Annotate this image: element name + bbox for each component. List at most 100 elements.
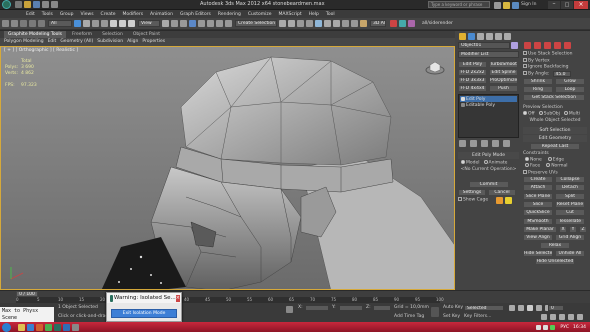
view-align-button[interactable]: View Align — [523, 234, 553, 241]
edge-mode-icon[interactable] — [534, 42, 541, 49]
select-by-name-icon[interactable] — [83, 20, 90, 27]
curve-editor-icon[interactable] — [315, 20, 322, 27]
ribbon-tab[interactable]: Object Paint — [129, 31, 164, 38]
go-to-start-icon[interactable] — [509, 305, 515, 311]
menu-item[interactable]: Animation — [150, 12, 173, 17]
make-planar-button[interactable]: Make Planar — [523, 226, 557, 233]
modifier-button[interactable]: Edit Poly — [458, 61, 487, 68]
commit-button[interactable]: Commit — [468, 180, 509, 188]
modifier-button[interactable]: Edit Spline — [489, 69, 518, 76]
modifier-button[interactable]: FFD 4x4x4 — [458, 85, 487, 92]
model-radio[interactable]: Model — [461, 160, 480, 167]
preview-multi-radio[interactable]: Multi — [563, 111, 580, 118]
menu-item[interactable]: Graph Editors — [180, 12, 211, 17]
ribbon-tab[interactable]: Freeform — [68, 31, 96, 38]
move-icon[interactable] — [110, 20, 117, 27]
plugin-red-icon[interactable] — [390, 20, 397, 27]
get-stack-selection-button[interactable]: Get Stack Selection — [523, 94, 585, 101]
unlink-icon[interactable] — [29, 20, 36, 27]
warning-close-button[interactable]: × — [175, 294, 180, 302]
reference-coordinate-dropdown[interactable]: View — [138, 20, 160, 27]
cut-button[interactable]: Cut — [555, 209, 585, 216]
unhide-all-button[interactable]: Unhide All — [555, 250, 585, 257]
undo-icon[interactable] — [42, 1, 49, 8]
clock[interactable]: 16:34 — [573, 325, 586, 330]
menu-item[interactable]: Tools — [42, 12, 53, 17]
plugin-teal-icon[interactable] — [399, 20, 406, 27]
modify-tab-icon[interactable] — [468, 32, 475, 40]
edit-poly-mode-rollout[interactable]: Edit Poly Mode — [458, 152, 519, 159]
by-angle-field[interactable]: 45.0 — [552, 70, 571, 77]
taskbar-photoshop-icon[interactable] — [63, 323, 70, 331]
hide-selected-button[interactable]: Hide Selected — [523, 250, 553, 257]
menu-item[interactable]: Group — [60, 12, 74, 17]
help-icon[interactable] — [512, 1, 519, 9]
key-mode-icon[interactable] — [431, 307, 439, 317]
soft-selection-rollout[interactable]: Soft Selection — [523, 126, 587, 134]
exit-isolation-mode-button[interactable]: Exit Isolation Mode — [111, 309, 177, 318]
set-key-button[interactable]: Set Key — [443, 314, 460, 320]
stack-item-editable-poly[interactable]: Editable Poly — [460, 102, 517, 108]
shrink-button[interactable]: Shrink — [523, 78, 553, 85]
menu-item[interactable]: Tool — [326, 12, 335, 17]
by-angle-checkbox[interactable]: By Angle: — [523, 70, 550, 78]
align-icon[interactable] — [288, 20, 295, 27]
auto-key-button[interactable]: Auto Key — [443, 305, 463, 311]
show-cage-checkbox[interactable]: Show Cage — [458, 196, 488, 204]
grid-align-button[interactable]: Grid Align — [555, 234, 585, 241]
material-editor-icon[interactable] — [333, 20, 340, 27]
window-crossing-icon[interactable] — [101, 20, 108, 27]
key-filters-button[interactable]: Key Filters... — [464, 314, 491, 320]
ribbon-subtab[interactable]: Align — [127, 38, 138, 46]
select-object-icon[interactable] — [74, 20, 81, 27]
ring-button[interactable]: Ring — [523, 86, 553, 93]
named-selection-dropdown[interactable]: Create Selection Set — [235, 20, 277, 27]
vertex-mode-icon[interactable] — [524, 42, 531, 49]
open-file-icon[interactable] — [24, 1, 31, 8]
tray-network-icon[interactable] — [536, 324, 542, 330]
next-frame-icon[interactable] — [536, 305, 542, 311]
search-input[interactable]: Type a keyword or phrase — [428, 1, 490, 8]
configure-sets-icon[interactable] — [503, 140, 510, 147]
menu-item[interactable]: MAXScript — [279, 12, 302, 17]
taskbar-chrome-icon[interactable] — [45, 323, 52, 331]
language-indicator[interactable]: РУС — [560, 325, 569, 330]
rectangle-selection-icon[interactable] — [92, 20, 99, 27]
maxscript-listener[interactable]: Max to Physx Scene — [0, 307, 54, 322]
maximize-button[interactable]: □ — [561, 1, 573, 9]
previous-frame-icon[interactable] — [518, 305, 524, 311]
quickslice-button[interactable]: QuickSlice — [523, 209, 553, 216]
new-file-icon[interactable] — [15, 1, 22, 8]
ribbon-tab[interactable]: Graphite Modeling Tools — [4, 31, 67, 38]
menu-item[interactable]: Help — [309, 12, 319, 17]
scale-icon[interactable] — [128, 20, 135, 27]
element-mode-icon[interactable] — [564, 42, 571, 49]
object-color-swatch[interactable] — [511, 42, 518, 49]
keyboard-shortcut-icon[interactable] — [180, 20, 187, 27]
start-button-icon[interactable] — [2, 322, 11, 332]
remove-modifier-icon[interactable] — [492, 140, 499, 147]
orbit-icon[interactable] — [568, 314, 574, 320]
taskbar-browser-icon[interactable] — [27, 323, 34, 331]
ribbon-tab[interactable]: Selection — [98, 31, 127, 38]
menu-item[interactable]: Create — [101, 12, 116, 17]
modifier-button[interactable]: TurboSmooth — [489, 61, 518, 68]
slice-plane-button[interactable]: Slice Plane — [523, 193, 553, 200]
y-coordinate-field[interactable] — [339, 305, 363, 311]
selection-lock-icon[interactable] — [286, 306, 293, 313]
graphite-toggle-icon[interactable] — [306, 20, 313, 27]
rendered-frame-window-icon[interactable] — [351, 20, 358, 27]
workspace-dropdown[interactable]: 3D Align — [370, 20, 386, 27]
zoom-all-icon[interactable] — [550, 314, 556, 320]
maximize-viewport-icon[interactable] — [577, 314, 583, 320]
add-time-tag-button[interactable]: Add Time Tag — [394, 314, 424, 320]
polygon-mode-icon[interactable] — [554, 42, 561, 49]
angle-snap-icon[interactable] — [198, 20, 205, 27]
x-coordinate-field[interactable] — [305, 305, 329, 311]
detach-button[interactable]: Detach — [555, 184, 585, 191]
slice-button[interactable]: Slice — [523, 201, 553, 208]
hierarchy-tab-icon[interactable] — [477, 32, 484, 40]
cage-color-swatch[interactable] — [496, 196, 504, 204]
menu-item[interactable]: Views — [81, 12, 94, 17]
pivot-center-icon[interactable] — [162, 20, 169, 27]
